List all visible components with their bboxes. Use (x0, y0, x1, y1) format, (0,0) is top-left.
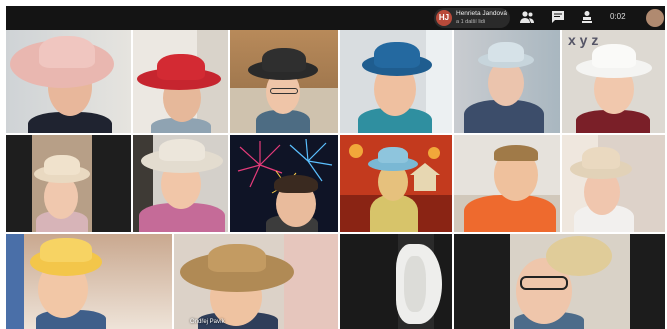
video-tile[interactable]: Ondřej Pavík (174, 234, 338, 329)
video-tile[interactable] (133, 30, 228, 133)
video-tile[interactable] (133, 135, 228, 232)
video-tile[interactable] (340, 30, 452, 133)
video-tile[interactable] (454, 135, 560, 232)
video-tile[interactable] (454, 234, 665, 329)
video-tile[interactable] (340, 135, 452, 232)
presenter-chip[interactable]: HJ Henrieta Jandová a 1 další lidi (434, 8, 510, 28)
people-icon[interactable] (518, 10, 536, 26)
participant-name-label: Ondřej Pavík (190, 319, 225, 325)
presenter-avatar: HJ (436, 10, 452, 26)
video-grid: x y z Ondřej Pavík (6, 30, 665, 329)
video-tile[interactable] (6, 30, 131, 133)
activities-icon[interactable] (578, 10, 596, 26)
video-tile[interactable] (454, 30, 560, 133)
video-tile[interactable] (230, 135, 338, 232)
video-tile[interactable]: x y z (562, 30, 665, 133)
clock-text: 0:02 (610, 12, 626, 21)
chat-icon[interactable] (549, 10, 567, 26)
video-tile[interactable] (562, 135, 665, 232)
video-tile[interactable] (6, 234, 172, 329)
self-avatar[interactable] (646, 9, 664, 27)
presenter-subtitle: a 1 další lidi (456, 19, 486, 25)
video-tile[interactable] (340, 234, 452, 329)
video-tile[interactable] (6, 135, 131, 232)
meeting-top-bar: HJ Henrieta Jandová a 1 další lidi 0:02 (6, 6, 665, 30)
video-tile[interactable] (230, 30, 338, 133)
presenter-name: Henrieta Jandová (456, 10, 507, 17)
